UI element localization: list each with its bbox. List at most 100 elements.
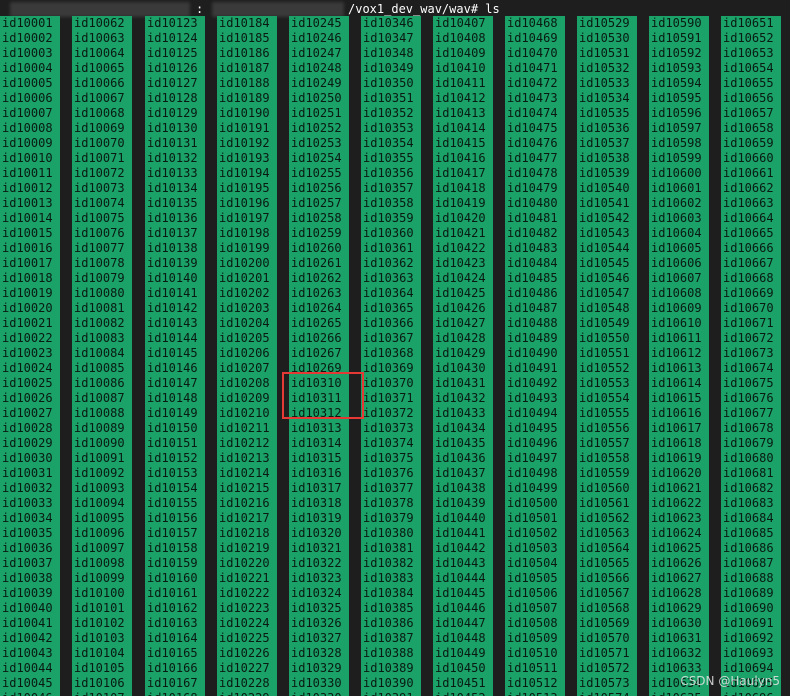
ls-entry: id10258 <box>291 211 342 225</box>
ls-entry: id10625 <box>651 541 702 555</box>
ls-entry: id10105 <box>74 661 125 675</box>
ls-entry: id10017 <box>2 256 53 270</box>
ls-entry: id10008 <box>2 121 53 135</box>
ls-entry: id10132 <box>147 151 198 165</box>
ls-entry: id10312 <box>291 406 342 420</box>
ls-entry: id10068 <box>74 106 125 120</box>
ls-entry: id10360 <box>363 226 414 240</box>
ls-entry: id10269 <box>291 361 342 375</box>
ls-entry: id10311 <box>291 391 342 405</box>
ls-entry: id10507 <box>507 601 558 615</box>
ls-entry: id10365 <box>363 301 414 315</box>
ls-entry: id10093 <box>74 481 125 495</box>
ls-entry: id10097 <box>74 541 125 555</box>
ls-entry: id10450 <box>435 661 486 675</box>
ls-entry: id10471 <box>507 61 558 75</box>
ls-entry: id10421 <box>435 226 486 240</box>
ls-entry: id10126 <box>147 61 198 75</box>
ls-entry: id10102 <box>74 616 125 630</box>
ls-entry: id10084 <box>74 346 125 360</box>
ls-entry: id10071 <box>74 151 125 165</box>
ls-entry: id10595 <box>651 91 702 105</box>
ls-entry: id10655 <box>723 76 774 90</box>
ls-entry: id10321 <box>291 541 342 555</box>
ls-entry: id10191 <box>219 121 270 135</box>
ls-entry: id10143 <box>147 316 198 330</box>
ls-entry: id10318 <box>291 496 342 510</box>
ls-entry: id10087 <box>74 391 125 405</box>
ls-entry: id10330 <box>289 691 349 696</box>
ls-entry: id10566 <box>579 571 630 585</box>
ls-entry: id10220 <box>219 556 270 570</box>
ls-entry: id10086 <box>74 376 125 390</box>
ls-entry: id10123 <box>147 16 198 30</box>
ls-entry: id10621 <box>651 481 702 495</box>
prompt-path: /vox1_dev_wav/wav <box>348 2 471 16</box>
ls-entry: id10554 <box>579 391 630 405</box>
ls-entry: id10204 <box>219 316 270 330</box>
ls-entry: id10619 <box>651 451 702 465</box>
ls-entry: id10210 <box>219 406 270 420</box>
ls-entry: id10472 <box>507 76 558 90</box>
ls-entry: id10251 <box>291 106 342 120</box>
ls-entry: id10165 <box>147 646 198 660</box>
ls-entry: id10565 <box>579 556 630 570</box>
ls-entry: id10419 <box>435 196 486 210</box>
ls-entry: id10597 <box>651 121 702 135</box>
ls-entry: id10613 <box>651 361 702 375</box>
ls-entry: id10083 <box>74 331 125 345</box>
ls-entry: id10569 <box>579 616 630 630</box>
ls-entry: id10612 <box>651 346 702 360</box>
ls-entry: id10476 <box>507 136 558 150</box>
ls-entry: id10429 <box>435 346 486 360</box>
ls-entry: id10248 <box>291 61 342 75</box>
ls-entry: id10133 <box>147 166 198 180</box>
ls-entry: id10229 <box>217 691 277 696</box>
ls-entry: id10163 <box>147 616 198 630</box>
ls-entry: id10147 <box>147 376 198 390</box>
ls-entry: id10679 <box>723 436 774 450</box>
ls-entry: id10548 <box>579 301 630 315</box>
ls-entry: id10513 <box>505 691 565 696</box>
ls-entry: id10415 <box>435 136 486 150</box>
ls-entry: id10266 <box>291 331 342 345</box>
ls-entry: id10202 <box>219 286 270 300</box>
ls-entry: id10383 <box>363 571 414 585</box>
ls-entry: id10257 <box>291 196 342 210</box>
ls-entry: id10073 <box>74 181 125 195</box>
ls-entry: id10373 <box>363 421 414 435</box>
ls-entry: id10416 <box>435 151 486 165</box>
terminal-window[interactable]: : /vox1_dev_wav/wav# ls id10001 id10002 id… <box>0 0 790 696</box>
ls-entry: id10040 <box>2 601 53 615</box>
ls-entry: id10098 <box>74 556 125 570</box>
ls-entry: id10628 <box>651 586 702 600</box>
ls-entry: id10348 <box>363 46 414 60</box>
ls-entry: id10099 <box>74 571 125 585</box>
ls-entry: id10424 <box>435 271 486 285</box>
ls-entry: id10469 <box>507 31 558 45</box>
ls-entry: id10199 <box>219 241 270 255</box>
ls-entry: id10667 <box>723 256 774 270</box>
ls-entry: id10550 <box>579 331 630 345</box>
ls-entry: id10038 <box>2 571 53 585</box>
ls-entry: id10197 <box>219 211 270 225</box>
ls-entry: id10499 <box>507 481 558 495</box>
ls-entry: id10100 <box>74 586 125 600</box>
ls-entry: id10388 <box>363 646 414 660</box>
ls-entry: id10417 <box>435 166 486 180</box>
ls-entry: id10166 <box>147 661 198 675</box>
ls-entry: id10159 <box>147 556 198 570</box>
ls-entry: id10364 <box>363 286 414 300</box>
ls-entry: id10225 <box>219 631 270 645</box>
ls-entry: id10479 <box>507 181 558 195</box>
ls-entry: id10352 <box>363 106 414 120</box>
ls-entry: id10203 <box>219 301 270 315</box>
ls-entry: id10475 <box>507 121 558 135</box>
ls-entry: id10498 <box>507 466 558 480</box>
ls-entry: id10127 <box>147 76 198 90</box>
ls-entry: id10691 <box>723 616 774 630</box>
ls-entry: id10624 <box>651 526 702 540</box>
ls-entry: id10154 <box>147 481 198 495</box>
ls-entry: id10260 <box>291 241 342 255</box>
ls-entry: id10329 <box>291 661 342 675</box>
